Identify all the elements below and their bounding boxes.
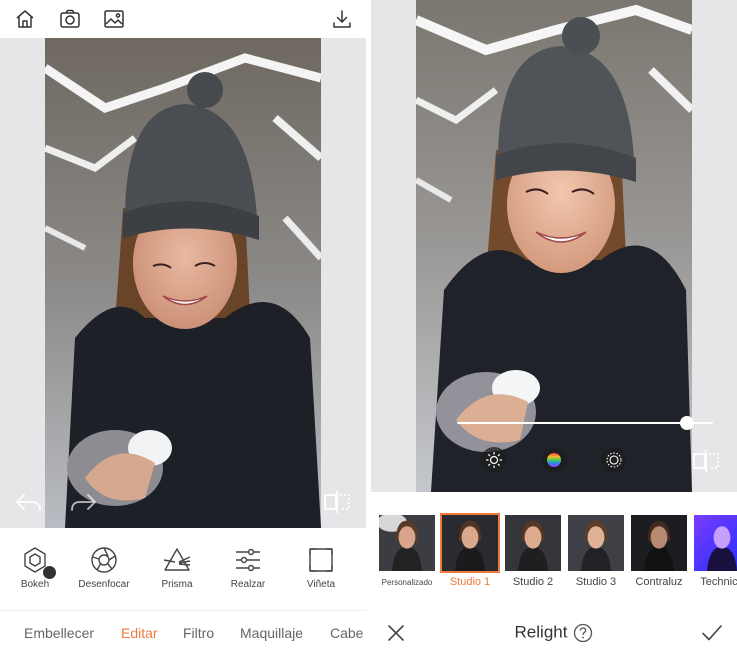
help-icon[interactable] [573, 623, 593, 643]
undo-icon[interactable] [14, 487, 44, 517]
home-icon[interactable] [14, 8, 36, 30]
tools-row: Bokeh Desenfocar Prisma Realzar Viñeta [0, 537, 366, 605]
preset-label: Studio 1 [449, 576, 491, 588]
preset-thumbnail [629, 513, 689, 573]
tab-cabello[interactable]: Cabe [330, 625, 363, 641]
sun-icon [486, 452, 502, 468]
preset-contraluz[interactable]: Contraluz [629, 513, 689, 588]
applied-check-icon [43, 566, 67, 589]
page-title: Relight [514, 622, 568, 642]
preset-studio-2[interactable]: Studio 2 [503, 513, 563, 588]
tab-filtro[interactable]: Filtro [183, 625, 214, 641]
confirm-button[interactable] [699, 620, 725, 646]
tab-maquillaje[interactable]: Maquillaje [240, 625, 303, 641]
tool-realzar[interactable]: Realzar [213, 537, 283, 605]
preset-thumbnail [566, 513, 626, 573]
portrait-photo [416, 0, 692, 492]
relight-screen: Personalizado Studio 1 Studio 2 Studio 3… [371, 0, 737, 661]
preset-thumbnail [440, 513, 500, 573]
dotted-circle-icon [606, 452, 622, 468]
tool-prisma[interactable]: Prisma [142, 537, 212, 605]
tool-vineta[interactable]: Viñeta [286, 537, 356, 605]
compare-icon[interactable] [691, 446, 721, 476]
preset-label: Studio 3 [575, 576, 617, 588]
preset-personalizado[interactable]: Personalizado [377, 513, 437, 587]
top-toolbar [0, 0, 366, 38]
photo-canvas[interactable] [45, 38, 321, 528]
light-direction-button[interactable] [481, 447, 507, 473]
preset-label: Studio 2 [512, 576, 554, 588]
tool-bokeh[interactable]: Bokeh [0, 537, 70, 605]
bokeh-icon [20, 545, 67, 589]
intensity-slider-track[interactable] [457, 422, 713, 424]
sliders-icon [233, 545, 263, 575]
preset-studio-1[interactable]: Studio 1 [440, 513, 500, 588]
category-tabs: Embellecer Editar Filtro Maquillaje Cabe [0, 611, 366, 661]
download-icon[interactable] [331, 8, 353, 30]
relight-title-group: Relight [371, 622, 737, 643]
preset-thumbnail [377, 513, 437, 573]
preset-label: Contraluz [635, 576, 683, 588]
tab-embellecer[interactable]: Embellecer [24, 625, 94, 641]
light-spread-button[interactable] [601, 447, 627, 473]
relight-bottom-bar: Relight [371, 608, 737, 661]
aperture-icon [89, 545, 119, 575]
preset-studio-3[interactable]: Studio 3 [566, 513, 626, 588]
editor-screen: Bokeh Desenfocar Prisma Realzar Viñeta E… [0, 0, 366, 661]
tool-label: Desenfocar [78, 579, 130, 590]
tab-editar[interactable]: Editar [121, 625, 158, 641]
gallery-icon[interactable] [103, 8, 125, 30]
portrait-photo [45, 38, 321, 528]
preset-thumbnail [692, 513, 737, 573]
redo-icon[interactable] [68, 487, 98, 517]
tool-label: Viñeta [306, 579, 336, 590]
photo-canvas[interactable] [416, 0, 692, 492]
preset-label: Personalizado [381, 578, 433, 587]
preset-technico[interactable]: Technico [692, 513, 737, 588]
preset-label: Technico [700, 576, 737, 588]
vignette-icon [306, 545, 336, 575]
tool-label: Realzar [230, 579, 266, 590]
relight-presets: Personalizado Studio 1 Studio 2 Studio 3… [371, 513, 737, 593]
tool-desenfocar[interactable]: Desenfocar [69, 537, 139, 605]
light-color-button[interactable] [541, 447, 567, 473]
prism-icon [162, 545, 192, 575]
checkmark-icon [702, 625, 722, 641]
camera-icon[interactable] [59, 8, 81, 30]
tool-label: Prisma [161, 579, 193, 590]
compare-icon[interactable] [322, 487, 352, 517]
color-wheel-icon [547, 453, 561, 467]
preset-thumbnail [503, 513, 563, 573]
